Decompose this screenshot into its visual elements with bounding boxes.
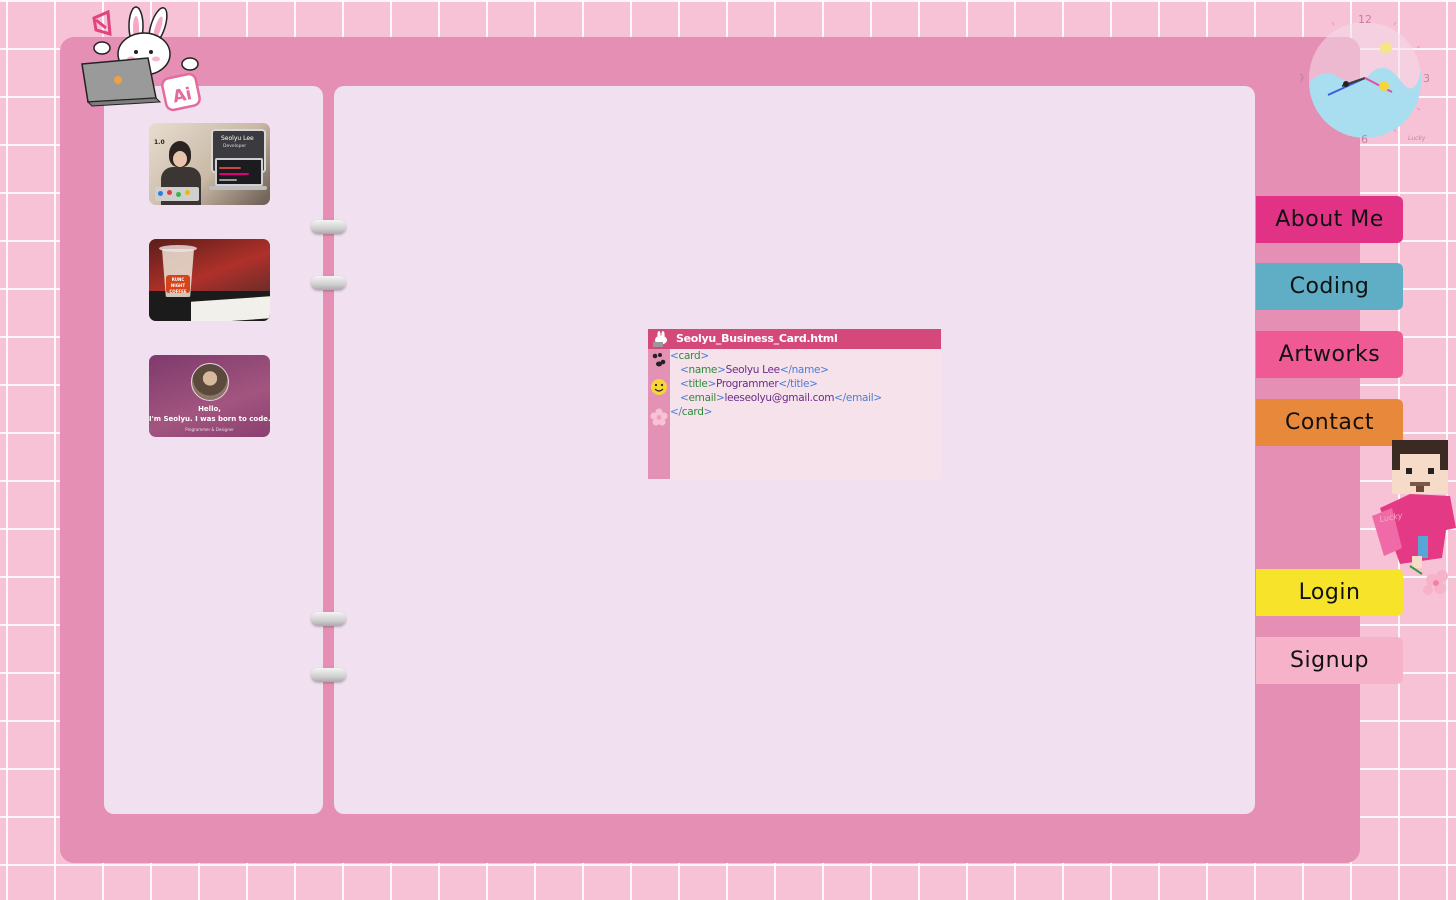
coffee-cup-logo: RUNC NIGHT COFFEE: [166, 275, 190, 294]
nav-tab-coding[interactable]: Coding: [1256, 263, 1403, 310]
code-line: <email>leeseolyu@gmail.com</email>: [680, 392, 882, 404]
clock-widget: 12 3 6 9 Lucky: [1300, 13, 1430, 146]
thumbnail-role: Developer: [223, 144, 247, 149]
login-button[interactable]: Login: [1256, 569, 1403, 616]
clock-number: 6: [1361, 133, 1368, 146]
thumbnail-hello-intro[interactable]: Hello, I'm Seolyu. I was born to code. P…: [149, 355, 270, 437]
nav-tab-label: Coding: [1289, 274, 1370, 299]
signup-label: Signup: [1290, 648, 1369, 673]
code-line: <card>: [670, 350, 709, 362]
bunny-laptop-mascot: Ai: [81, 6, 201, 112]
code-line: </card>: [670, 406, 713, 418]
greeting-text: Hello,: [198, 405, 221, 413]
business-card-code-window: Seolyu_Business_Card.html <card> <name>S…: [648, 329, 941, 479]
thumbnail-name: Seolyu Lee: [221, 135, 254, 142]
clock-label: Lucky: [1408, 135, 1426, 142]
nav-tab-label: Contact: [1284, 410, 1375, 435]
nav-tab-label: Artworks: [1278, 342, 1381, 367]
signup-button[interactable]: Signup: [1256, 637, 1403, 684]
code-line: <name>Seolyu Lee</name>: [680, 364, 829, 376]
flower-icon: [650, 408, 668, 426]
subtitle-text: Programmer & Designer: [185, 427, 234, 432]
binder-ring: [311, 220, 346, 234]
thumbnail-developer-profile[interactable]: 1.0 Seolyu Lee Developer: [149, 123, 270, 205]
thumbnail-coffee-book[interactable]: RUNC NIGHT COFFEE: [149, 239, 270, 321]
clock-number: 9: [1300, 72, 1304, 85]
smiley-icon: [651, 379, 667, 395]
clock-number: 12: [1358, 13, 1372, 26]
thumbnail-badge: 1.0: [154, 139, 165, 146]
paw-icon: [652, 353, 666, 367]
binder-ring: [311, 668, 346, 682]
clock-number: 3: [1423, 72, 1430, 85]
code-body: <card> <name>Seolyu Lee</name> <title>Pr…: [670, 349, 941, 479]
nav-tab-about-me[interactable]: About Me: [1256, 196, 1403, 243]
tagline-text: I'm Seolyu. I was born to code.: [149, 415, 270, 423]
code-window-title: Seolyu_Business_Card.html: [676, 332, 838, 345]
code-gutter: [648, 349, 670, 479]
binder-ring: [311, 276, 346, 290]
binder-ring: [311, 612, 346, 626]
code-window-titlebar: Seolyu_Business_Card.html: [648, 329, 941, 349]
code-line: <title>Programmer</title>: [680, 378, 818, 390]
avatar: [191, 363, 229, 401]
nav-tab-artworks[interactable]: Artworks: [1256, 331, 1403, 378]
ai-badge-text: Ai: [171, 84, 194, 108]
bunny-icon: [653, 331, 667, 347]
login-label: Login: [1298, 580, 1361, 605]
nav-tab-label: About Me: [1275, 207, 1384, 232]
